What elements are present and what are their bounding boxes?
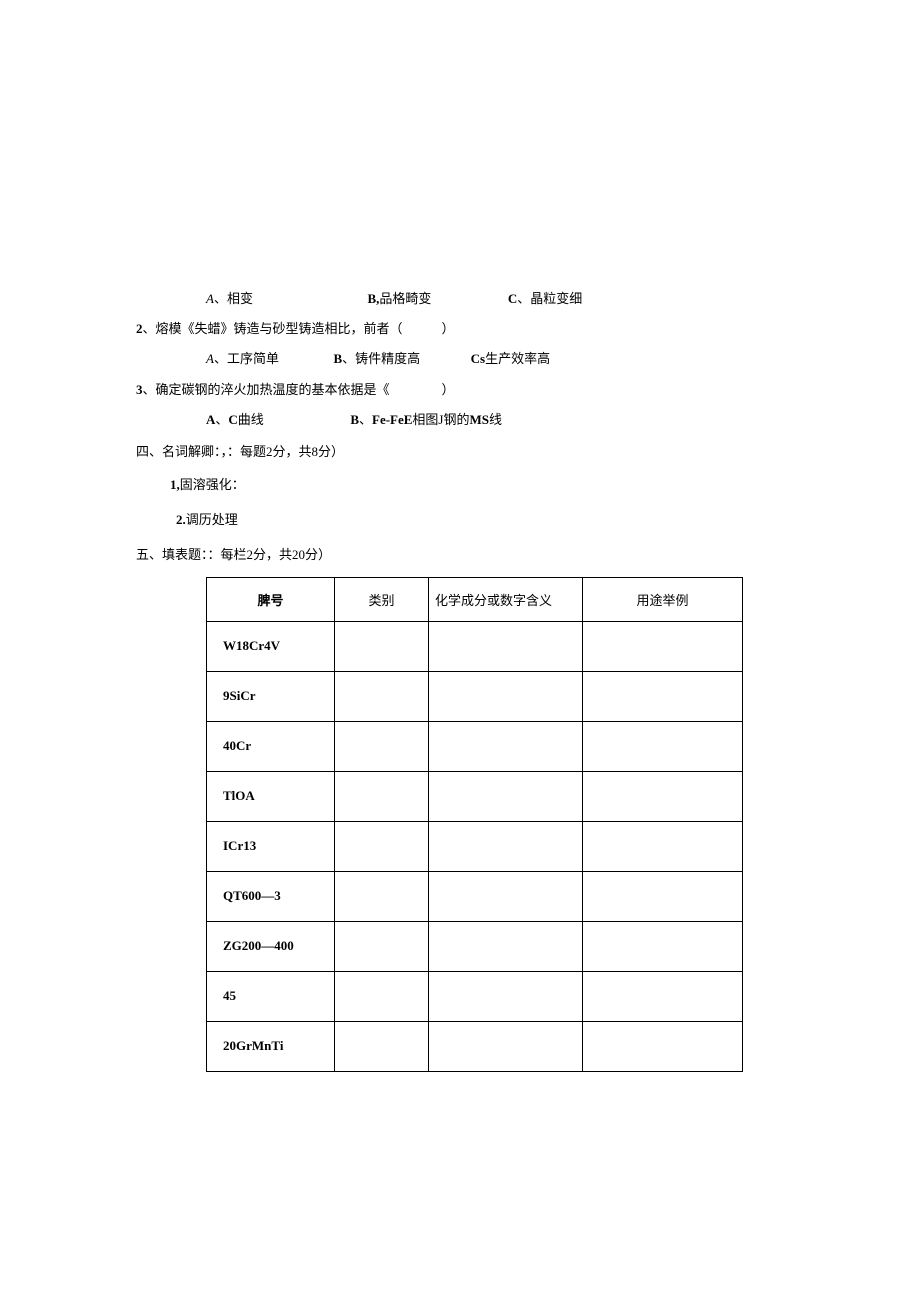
opt-b-label: B <box>333 351 342 366</box>
opt-a-tail: 曲线 <box>238 412 264 427</box>
q3-options: A、C曲线 B、Fe-FeE相图J钢的MS线 <box>136 411 786 429</box>
q1-options: A、相变 B,品格畸变 C、晶粒变细 <box>136 290 786 308</box>
opt-a-label: A <box>206 291 214 306</box>
table-row: 9SiCr <box>207 671 743 721</box>
term-1-num: 1, <box>170 477 180 492</box>
opt-b-sep: 、 <box>359 412 372 427</box>
header-code: 脾号 <box>207 577 335 621</box>
cell-composition <box>429 871 583 921</box>
cell-code: ICr13 <box>207 821 335 871</box>
table-row: TlOA <box>207 771 743 821</box>
opt-b-tail: 线 <box>489 412 502 427</box>
cell-composition <box>429 971 583 1021</box>
document-body: A、相变 B,品格畸变 C、晶粒变细 2、熔模《失蜡》铸造与砂型铸造相比，前者（… <box>136 290 786 1072</box>
cell-code: 45 <box>207 971 335 1021</box>
cell-code: 40Cr <box>207 721 335 771</box>
cell-code: ZG200—400 <box>207 921 335 971</box>
cell-category <box>335 971 429 1021</box>
cell-composition <box>429 921 583 971</box>
opt-b-text: 品格畸变 <box>379 291 431 306</box>
opt-b-mid: 相图J钢的 <box>412 412 469 427</box>
cell-composition <box>429 621 583 671</box>
table-row: QT600—3 <box>207 871 743 921</box>
cell-usage <box>583 621 743 671</box>
opt-b-label: B, <box>367 291 379 306</box>
table-row: 45 <box>207 971 743 1021</box>
cell-code: 20GrMnTi <box>207 1021 335 1071</box>
cell-code: QT600—3 <box>207 871 335 921</box>
term-1: 1,固溶强化： <box>136 474 786 493</box>
q2-text: 、熔模《失蜡》铸造与砂型铸造相比，前者（ ） <box>143 321 455 336</box>
cell-usage <box>583 671 743 721</box>
opt-c-label: C <box>508 291 517 306</box>
table-body: W18Cr4V 9SiCr 40Cr TlOA <box>207 621 743 1071</box>
cell-code: W18Cr4V <box>207 621 335 671</box>
cell-category <box>335 821 429 871</box>
table-row: 20GrMnTi <box>207 1021 743 1071</box>
opt-c-text: 、晶粒变细 <box>517 291 582 306</box>
table-row: W18Cr4V <box>207 621 743 671</box>
q2-options: A、工序简单 B、铸件精度高 Cs生产效率高 <box>136 350 786 368</box>
table-row: ZG200—400 <box>207 921 743 971</box>
cell-usage <box>583 871 743 921</box>
table-row: 40Cr <box>207 721 743 771</box>
cell-usage <box>583 721 743 771</box>
cell-composition <box>429 821 583 871</box>
q3-stem: 3、确定碳钢的淬火加热温度的基本依据是《 ） <box>136 381 786 399</box>
section-4-heading: 四、名词解卿：，：每题2分，共8分） <box>136 441 786 460</box>
opt-b-text: 、铸件精度高 <box>342 351 420 366</box>
opt-b-label: B <box>350 412 359 427</box>
material-table: 脾号 类别 化学成分或数字含义 用途举例 W18Cr4V 9SiCr 40Cr <box>206 577 743 1072</box>
cell-category <box>335 871 429 921</box>
cell-composition <box>429 771 583 821</box>
header-category: 类别 <box>335 577 429 621</box>
opt-a-label: A <box>206 351 214 366</box>
opt-c-label: Cs <box>471 351 485 366</box>
cell-category <box>335 621 429 671</box>
cell-category <box>335 1021 429 1071</box>
cell-usage <box>583 1021 743 1071</box>
opt-a-bold: C <box>228 412 237 427</box>
cell-code: TlOA <box>207 771 335 821</box>
header-usage: 用途举例 <box>583 577 743 621</box>
opt-c-text: 生产效率高 <box>485 351 550 366</box>
table-row: ICr13 <box>207 821 743 871</box>
cell-composition <box>429 1021 583 1071</box>
term-1-text: 固溶强化： <box>180 477 245 492</box>
opt-b-bold2: MS <box>469 412 489 427</box>
opt-a-sep: 、 <box>215 412 228 427</box>
opt-a-label: A <box>206 412 215 427</box>
cell-category <box>335 771 429 821</box>
table-header-row: 脾号 类别 化学成分或数字含义 用途举例 <box>207 577 743 621</box>
cell-usage <box>583 771 743 821</box>
section-5-heading: 五、填表题：：每栏2分，共20分） <box>136 544 786 563</box>
opt-a-text: 、工序简单 <box>214 351 279 366</box>
q2-stem: 2、熔模《失蜡》铸造与砂型铸造相比，前者（ ） <box>136 320 786 338</box>
header-composition: 化学成分或数字含义 <box>429 577 583 621</box>
cell-usage <box>583 821 743 871</box>
term-2-num: 2. <box>176 512 186 527</box>
cell-category <box>335 721 429 771</box>
cell-usage <box>583 921 743 971</box>
cell-category <box>335 671 429 721</box>
cell-category <box>335 921 429 971</box>
cell-code: 9SiCr <box>207 671 335 721</box>
opt-a-text: 、相变 <box>214 291 253 306</box>
term-2: 2.调历处理 <box>136 509 786 528</box>
cell-usage <box>583 971 743 1021</box>
opt-b-bold: Fe-FeE <box>372 412 412 427</box>
cell-composition <box>429 721 583 771</box>
q3-text: 、确定碳钢的淬火加热温度的基本依据是《 ） <box>143 382 455 397</box>
term-2-text: 调历处理 <box>186 512 238 527</box>
cell-composition <box>429 671 583 721</box>
